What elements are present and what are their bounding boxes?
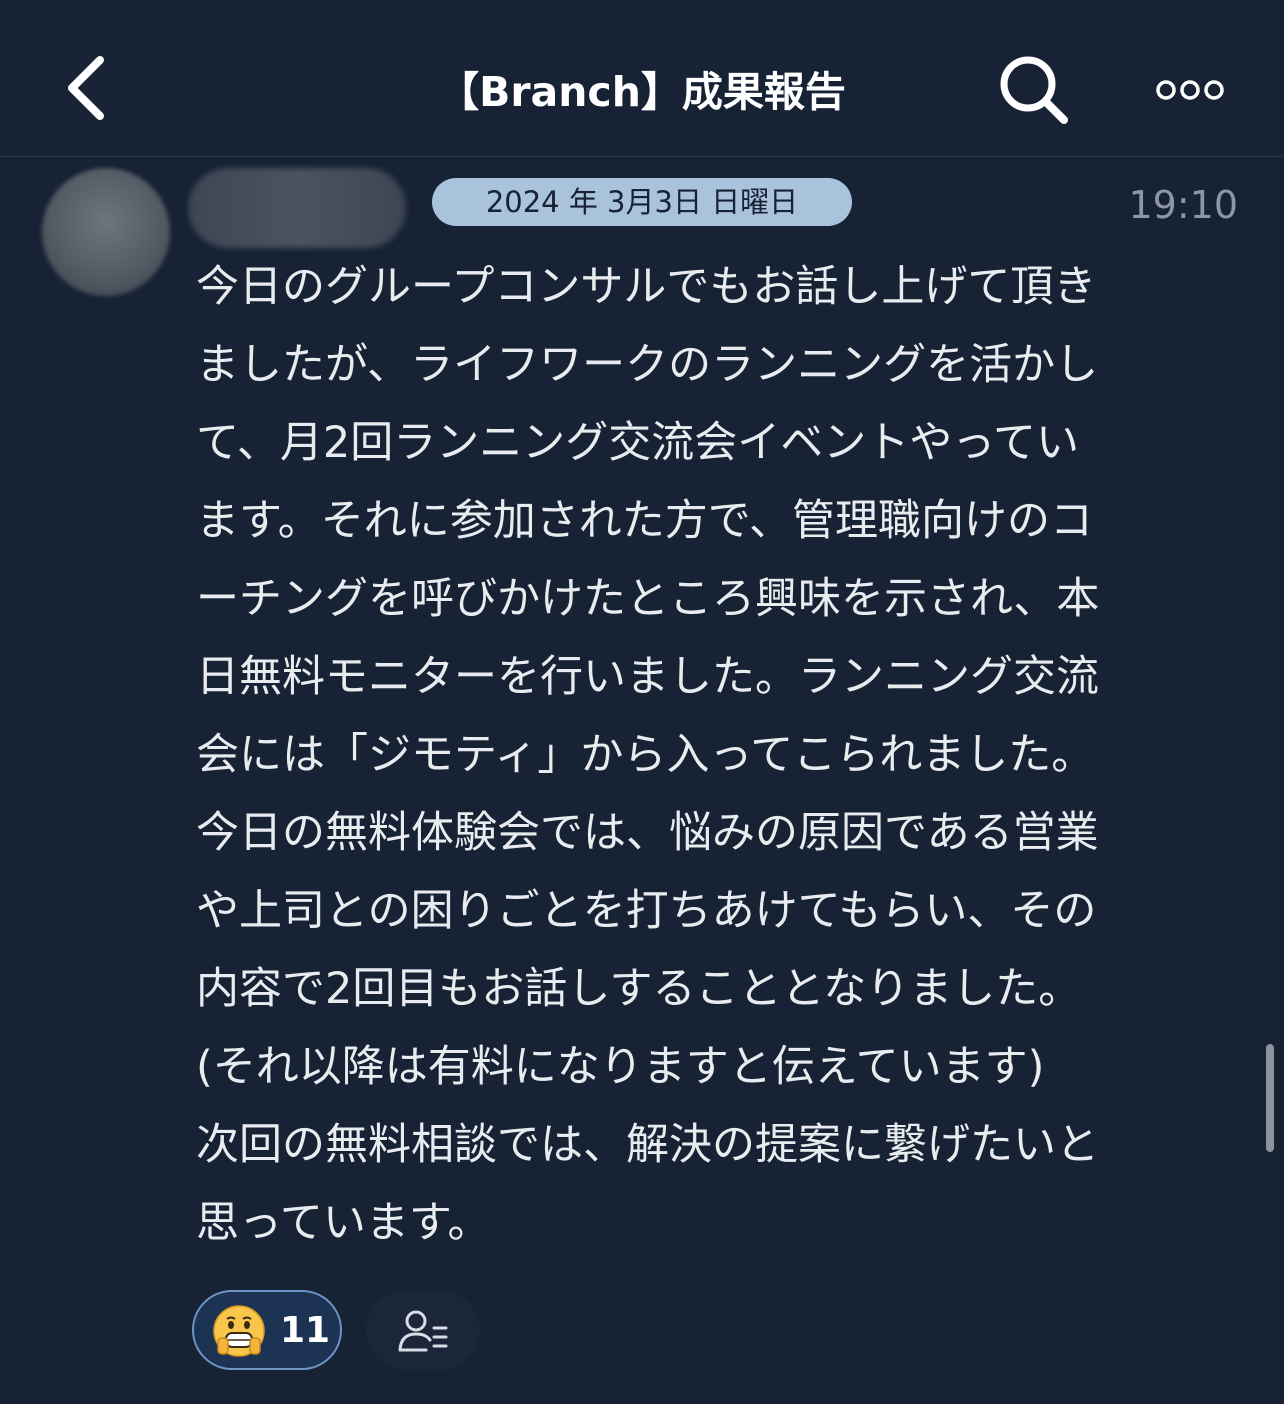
app-header: 【Branch】成果報告 xyxy=(0,0,1284,157)
more-options-button[interactable] xyxy=(1150,70,1230,110)
message-line: ます。それに参加された方で、管理職向けのコ xyxy=(196,496,1093,546)
message-line: 日無料モニターを行いました。ランニング交流 xyxy=(196,652,1099,702)
chevron-left-icon xyxy=(68,56,104,120)
message-body: 今日のグループコンサルでもお話し上げて頂き ましたが、ライフワークのランニングを… xyxy=(196,248,1216,1262)
avatar[interactable] xyxy=(42,168,170,296)
salute-face-icon xyxy=(213,1305,265,1357)
message-line: 思っています。 xyxy=(196,1198,491,1248)
more-dots-icon xyxy=(1156,80,1224,100)
sender-name-redacted[interactable] xyxy=(188,168,406,248)
message-line: や上司との困りごとを打ちあけてもらい、その xyxy=(196,886,1097,936)
message-time: 19:10 xyxy=(1128,183,1238,227)
message-line: 今日の無料体験会では、悩みの原因である営業 xyxy=(196,808,1099,858)
message-line: 今日のグループコンサルでもお話し上げて頂き xyxy=(196,262,1097,312)
date-badge: 2024 年 3月3日 日曜日 xyxy=(432,178,852,226)
reaction-count: 11 xyxy=(280,1310,331,1351)
search-button[interactable] xyxy=(996,54,1072,126)
page-title: 【Branch】成果報告 xyxy=(438,68,846,116)
read-by-list-icon xyxy=(398,1310,448,1352)
read-by-button[interactable] xyxy=(366,1290,480,1370)
message-line: ーチングを呼びかけたところ興味を示され、本 xyxy=(196,574,1100,624)
message-line: て、月2回ランニング交流会イベントやってい xyxy=(196,418,1080,468)
search-icon xyxy=(1000,56,1068,124)
message-line: 会には「ジモティ」から入ってこられました。 xyxy=(196,730,1095,780)
message-line: ましたが、ライフワークのランニングを活かし xyxy=(196,340,1099,390)
scrollbar[interactable] xyxy=(1266,1044,1274,1152)
back-button[interactable] xyxy=(56,52,126,124)
message-line: (それ以降は有料になりますと伝えています) xyxy=(196,1042,1045,1092)
reaction-button[interactable]: 11 xyxy=(192,1290,342,1370)
message-line: 内容で2回目もお話しすることとなりました。 xyxy=(196,964,1082,1014)
message-line: 次回の無料相談では、解決の提案に繋げたいと xyxy=(196,1120,1099,1170)
